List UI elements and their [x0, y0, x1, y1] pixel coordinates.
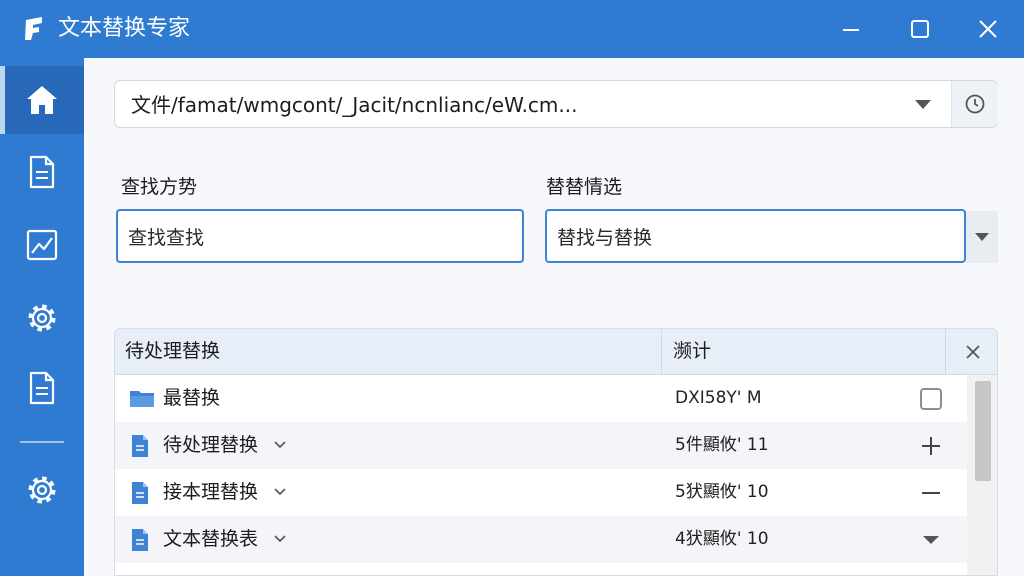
row-name: 接本理替换 — [163, 481, 259, 503]
table-header: 待处理替换 濒计 — [115, 329, 997, 375]
table-row[interactable]: 待处理替换 5件顯攸' 11 — [115, 422, 967, 469]
chevron-down-icon — [975, 233, 989, 241]
home-icon — [27, 86, 57, 114]
document-icon — [132, 482, 148, 504]
row-status: 5犾顯攸' 10 — [675, 482, 769, 502]
row-dropdown-button[interactable] — [915, 524, 947, 556]
column-header-status: 濒计 — [673, 340, 712, 362]
chart-icon — [26, 229, 58, 261]
sidebar-item-settings[interactable] — [0, 284, 84, 352]
document-list-icon — [29, 371, 55, 405]
replace-dropdown-button[interactable] — [966, 211, 998, 263]
folder-icon — [130, 391, 154, 407]
file-path-value: 文件/famat/wmgcont/_Jacit/ncnlianc/eW.cm..… — [131, 93, 578, 117]
row-name: 待处理替换 — [163, 434, 259, 456]
row-status: 5件顯攸' 11 — [675, 435, 769, 455]
gear-icon — [28, 304, 56, 332]
title-bar: 文本替换专家 — [0, 0, 1024, 58]
table-row[interactable]: 接本理替换 5犾顯攸' 10 — [115, 469, 967, 516]
chevron-down-icon — [923, 536, 939, 544]
maximize-button[interactable] — [895, 10, 945, 48]
pending-replacements-table: 待处理替换 濒计 最替换 DXI58Y' M 待处理替换 5件顯攸' 11 接本… — [114, 328, 998, 576]
document-icon — [132, 435, 148, 457]
find-label: 查找方势 — [121, 176, 198, 198]
row-remove-button[interactable] — [915, 477, 947, 509]
file-path-combobox[interactable]: 文件/famat/wmgcont/_Jacit/ncnlianc/eW.cm..… — [114, 80, 998, 128]
replace-label: 替替情选 — [546, 176, 623, 198]
close-icon — [966, 345, 980, 359]
app-logo-icon — [25, 17, 42, 40]
sidebar-item-preferences[interactable] — [0, 456, 84, 524]
chevron-down-icon[interactable] — [273, 534, 287, 544]
close-icon — [979, 20, 997, 38]
chevron-down-icon[interactable] — [273, 487, 287, 497]
sidebar-item-statistics[interactable] — [0, 211, 84, 279]
sidebar-item-reports[interactable] — [0, 354, 84, 422]
close-window-button[interactable] — [963, 10, 1013, 48]
chevron-down-icon[interactable] — [273, 440, 287, 450]
plus-icon — [922, 437, 940, 455]
history-button[interactable] — [951, 81, 998, 127]
table-row[interactable]: 最替换 DXI58Y' M — [115, 375, 967, 422]
minimize-button[interactable] — [826, 10, 876, 48]
replace-input[interactable] — [545, 209, 966, 263]
row-status: 4犾顯攸' 10 — [675, 529, 769, 549]
scrollbar-thumb[interactable] — [975, 381, 991, 481]
row-name: 最替换 — [163, 387, 221, 409]
maximize-icon — [911, 20, 929, 38]
checkbox-box — [920, 388, 942, 410]
column-header-name: 待处理替换 — [125, 340, 221, 362]
window-title: 文本替换专家 — [58, 16, 191, 41]
sidebar-item-documents[interactable] — [0, 138, 84, 206]
sidebar-divider — [20, 441, 64, 443]
column-divider — [945, 329, 946, 375]
document-icon — [29, 155, 55, 189]
table-close-button[interactable] — [955, 337, 991, 367]
history-icon — [965, 94, 985, 114]
row-status: DXI58Y' M — [675, 388, 762, 408]
column-divider — [661, 329, 662, 375]
row-checkbox[interactable] — [915, 383, 947, 415]
document-icon — [132, 529, 148, 551]
main-panel: 文件/famat/wmgcont/_Jacit/ncnlianc/eW.cm..… — [84, 58, 1024, 576]
row-name: 文本替换表 — [163, 528, 259, 550]
find-input[interactable] — [116, 209, 524, 263]
sidebar-item-home[interactable] — [0, 66, 84, 134]
sidebar — [0, 58, 84, 576]
row-add-button[interactable] — [915, 430, 947, 462]
gear-icon — [28, 476, 56, 504]
chevron-down-icon[interactable] — [915, 100, 931, 109]
minimize-icon — [843, 29, 859, 31]
table-scrollbar[interactable] — [967, 375, 997, 575]
table-row[interactable]: 文本替换表 4犾顯攸' 10 — [115, 516, 967, 563]
minus-icon — [922, 492, 940, 494]
